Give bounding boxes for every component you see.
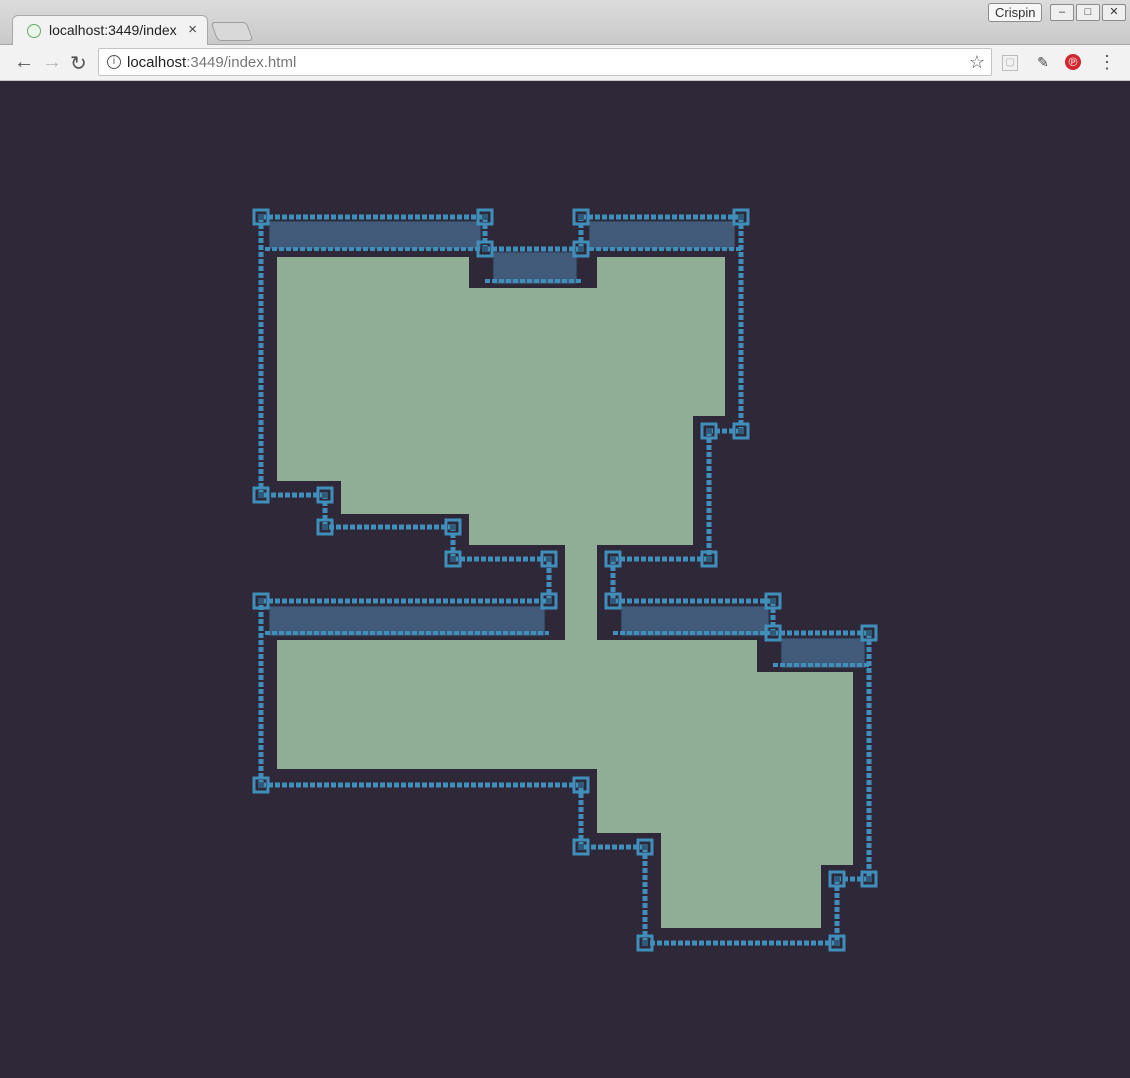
wall-segment <box>588 220 736 250</box>
address-bar[interactable]: i localhost:3449/index.html ☆ <box>98 48 992 76</box>
vertex-node-core <box>546 598 552 604</box>
url-text: localhost:3449/index.html <box>127 54 296 71</box>
level-map[interactable] <box>5 81 1125 1073</box>
vertex-node-core <box>578 782 584 788</box>
vertex-node-core <box>578 844 584 850</box>
vertex-node-core <box>258 492 264 498</box>
info-icon[interactable]: i <box>107 55 121 69</box>
wall-segment <box>268 220 482 250</box>
vertex-node-core <box>482 214 488 220</box>
minimize-button[interactable]: – <box>1050 4 1074 21</box>
vertex-node-core <box>322 524 328 530</box>
vertex-node-core <box>258 782 264 788</box>
tab-close-icon[interactable]: × <box>188 21 197 38</box>
vertex-node-core <box>450 524 456 530</box>
extension-icon[interactable]: ▢ <box>1002 55 1018 71</box>
toolbar: ← → ↻ i localhost:3449/index.html ☆ ▢ ✎ … <box>0 45 1130 81</box>
vertex-node-core <box>738 428 744 434</box>
vertex-node-core <box>770 598 776 604</box>
favicon-icon <box>27 24 41 38</box>
pinterest-icon[interactable]: ℗ <box>1065 54 1081 70</box>
vertex-node-core <box>482 246 488 252</box>
vertex-node-core <box>706 428 712 434</box>
vertex-node-core <box>610 556 616 562</box>
reload-icon[interactable]: ↻ <box>70 51 87 76</box>
vertex-node-core <box>770 630 776 636</box>
close-window-button[interactable]: ✕ <box>1102 4 1126 21</box>
vertex-node-core <box>258 214 264 220</box>
url-host: localhost <box>127 54 187 71</box>
title-bar: localhost:3449/index.html × Crispin – □ … <box>0 0 1130 45</box>
vertex-node-core <box>866 876 872 882</box>
browser-chrome: localhost:3449/index.html × Crispin – □ … <box>0 0 1130 81</box>
vertex-node-core <box>450 556 456 562</box>
page-viewport <box>5 81 1125 1073</box>
tab-active[interactable]: localhost:3449/index.html × <box>12 15 208 45</box>
tab-title: localhost:3449/index.html <box>49 22 177 38</box>
vertex-node-core <box>834 876 840 882</box>
eyedropper-icon[interactable]: ✎ <box>1034 53 1052 71</box>
vertex-node-core <box>322 492 328 498</box>
vertex-node-core <box>578 214 584 220</box>
vertex-node-core <box>866 630 872 636</box>
vertex-node-core <box>258 598 264 604</box>
vertex-node-core <box>610 598 616 604</box>
profile-button[interactable]: Crispin <box>988 3 1043 22</box>
vertex-node-core <box>642 844 648 850</box>
vertex-node-core <box>546 556 552 562</box>
vertex-node-core <box>834 940 840 946</box>
vertex-node-core <box>642 940 648 946</box>
new-tab-button[interactable] <box>210 22 254 41</box>
menu-icon[interactable]: ⋮ <box>1098 53 1116 71</box>
forward-icon[interactable]: → <box>42 51 62 74</box>
back-icon[interactable]: ← <box>14 51 34 74</box>
vertex-node-core <box>706 556 712 562</box>
vertex-node-core <box>738 214 744 220</box>
vertex-node-core <box>578 246 584 252</box>
bookmark-star-icon[interactable]: ☆ <box>969 52 985 73</box>
url-path: :3449/index.html <box>186 54 297 71</box>
maximize-button[interactable]: □ <box>1076 4 1100 21</box>
